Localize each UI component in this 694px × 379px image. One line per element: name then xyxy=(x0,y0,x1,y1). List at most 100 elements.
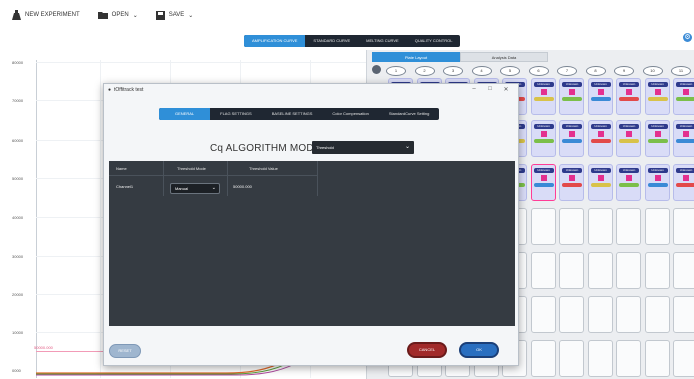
plate-well[interactable] xyxy=(616,340,641,377)
plate-well[interactable]: Unknown xyxy=(587,120,613,157)
plate-well[interactable] xyxy=(530,340,556,377)
y-tick-label: 70000 xyxy=(12,98,24,103)
new-experiment-button[interactable]: NEW EXPERIMENT xyxy=(12,10,80,20)
well-channel-marker xyxy=(569,175,575,181)
plate-well[interactable]: Unknown xyxy=(587,78,613,115)
well-sample-label: Unknown xyxy=(619,124,639,129)
well-sample-label: Unknown xyxy=(590,168,611,173)
plate-well[interactable]: Unknown xyxy=(530,164,556,201)
tab-color-compensation[interactable]: Color Compensation xyxy=(322,108,378,120)
maximize-icon[interactable]: □ xyxy=(486,86,494,92)
plate-column-header[interactable]: 9 xyxy=(614,66,634,76)
plate-column-header[interactable]: 7 xyxy=(557,66,577,76)
well-channel-marker xyxy=(683,175,689,181)
column-divider xyxy=(163,161,164,196)
tab-melting-curve[interactable]: MELTING CURVE xyxy=(358,35,407,47)
plate-well[interactable]: Unknown xyxy=(673,78,694,115)
plate-column-header[interactable]: 2 xyxy=(414,66,435,76)
plate-well[interactable] xyxy=(559,296,584,333)
threshold-value-input[interactable]: 50000.000 xyxy=(233,184,252,189)
well-channel-marker xyxy=(597,131,604,137)
well-sample-label: Unknown xyxy=(590,124,611,129)
plate-well[interactable]: Unknown xyxy=(559,164,584,201)
plate-column-header[interactable]: 6 xyxy=(528,66,549,76)
plate-well[interactable]: Unknown xyxy=(644,120,670,157)
ok-button[interactable]: OK xyxy=(459,342,499,358)
plate-well[interactable] xyxy=(587,252,613,289)
tab-quality-control[interactable]: QUALITY CONTROL xyxy=(407,35,461,47)
tab-standard-curve[interactable]: STANDARD CURVE xyxy=(305,35,358,47)
tab-standardcurve-setting[interactable]: StandardCurve Setting xyxy=(379,108,439,120)
dialog-title: ● tOffitrack test xyxy=(108,87,143,93)
plate-well[interactable]: Unknown xyxy=(673,120,694,157)
plate-well[interactable]: Unknown xyxy=(673,164,694,201)
plate-well[interactable] xyxy=(530,208,556,245)
plate-well[interactable]: Unknown xyxy=(644,78,670,115)
threshold-mode-select[interactable]: Manual ⌄ xyxy=(170,183,220,194)
well-sample-label: Unknown xyxy=(533,124,554,129)
cq-algorithm-mode-select[interactable]: Threshold ⌄ xyxy=(312,141,414,154)
close-icon[interactable]: ✕ xyxy=(502,86,510,93)
well-result-tag xyxy=(647,183,668,187)
plate-well[interactable] xyxy=(587,296,613,333)
plate-column-header[interactable]: 3 xyxy=(443,66,463,76)
plate-well[interactable]: Unknown xyxy=(530,120,556,157)
plate-well[interactable] xyxy=(673,296,694,333)
select-all-wells-button[interactable] xyxy=(372,65,381,74)
plate-well[interactable] xyxy=(644,252,670,289)
plate-well[interactable] xyxy=(644,208,670,245)
well-channel-marker xyxy=(654,175,661,181)
threshold-table: Name Threshold Mode Threshold Value Chan… xyxy=(109,161,515,326)
plate-well[interactable]: Unknown xyxy=(559,78,584,115)
plate-well[interactable] xyxy=(587,208,613,245)
plate-well[interactable] xyxy=(559,340,584,377)
plate-well[interactable] xyxy=(616,208,641,245)
y-tick-label: 10000 xyxy=(12,330,24,335)
reset-button[interactable]: RESET xyxy=(109,344,141,358)
tab-amplification-curve[interactable]: AMPLIFICATION CURVE xyxy=(244,35,306,47)
plate-well[interactable] xyxy=(616,252,641,289)
well-channel-marker xyxy=(569,131,575,137)
plate-well[interactable] xyxy=(559,252,584,289)
plate-well[interactable]: Unknown xyxy=(616,78,641,115)
plate-column-header[interactable]: 8 xyxy=(585,66,606,76)
well-result-tag xyxy=(676,139,694,143)
tab-baseline-settings[interactable]: BASELINE SETTINGS xyxy=(262,108,323,120)
plate-well[interactable] xyxy=(644,340,670,377)
open-button[interactable]: OPEN ⌄ xyxy=(97,11,138,19)
plate-well[interactable] xyxy=(530,296,556,333)
plate-column-header[interactable]: 1 xyxy=(386,66,406,76)
well-sample-label: Unknown xyxy=(647,124,668,129)
well-result-tag xyxy=(533,97,554,101)
plate-well[interactable]: Unknown xyxy=(530,78,556,115)
well-channel-marker xyxy=(626,89,632,95)
plate-well[interactable] xyxy=(673,208,694,245)
cancel-button[interactable]: CANCEL xyxy=(407,342,447,358)
plate-well[interactable] xyxy=(644,296,670,333)
save-button[interactable]: SAVE ⌄ xyxy=(155,10,193,20)
plate-well[interactable]: Unknown xyxy=(587,164,613,201)
plate-column-header[interactable]: 4 xyxy=(471,66,492,76)
plate-column-header[interactable]: 5 xyxy=(500,66,520,76)
plate-well[interactable] xyxy=(587,340,613,377)
plate-well[interactable] xyxy=(559,208,584,245)
tab-analysis-data[interactable]: Analysis Data xyxy=(460,52,548,62)
plate-well[interactable] xyxy=(673,252,694,289)
plate-column-header[interactable]: 10 xyxy=(642,66,663,76)
cq-algorithm-mode-value: Threshold xyxy=(316,145,334,150)
tab-general[interactable]: GENERAL xyxy=(159,108,211,120)
plate-well[interactable]: Unknown xyxy=(644,164,670,201)
open-label: OPEN xyxy=(111,12,129,18)
minimize-icon[interactable]: – xyxy=(470,86,478,92)
plate-well[interactable] xyxy=(530,252,556,289)
settings-gear-icon[interactable]: ⚙ xyxy=(683,33,692,42)
plate-well[interactable] xyxy=(616,296,641,333)
well-sample-label: Unknown xyxy=(676,82,694,87)
plate-column-header[interactable]: 11 xyxy=(671,66,691,76)
plate-well[interactable]: Unknown xyxy=(616,120,641,157)
tab-plate-layout[interactable]: Plate Layout xyxy=(372,52,460,62)
plate-well[interactable]: Unknown xyxy=(616,164,641,201)
plate-well[interactable] xyxy=(673,340,694,377)
tab-flag-settings[interactable]: FLAG SETTINGS xyxy=(210,108,262,120)
plate-well[interactable]: Unknown xyxy=(559,120,584,157)
